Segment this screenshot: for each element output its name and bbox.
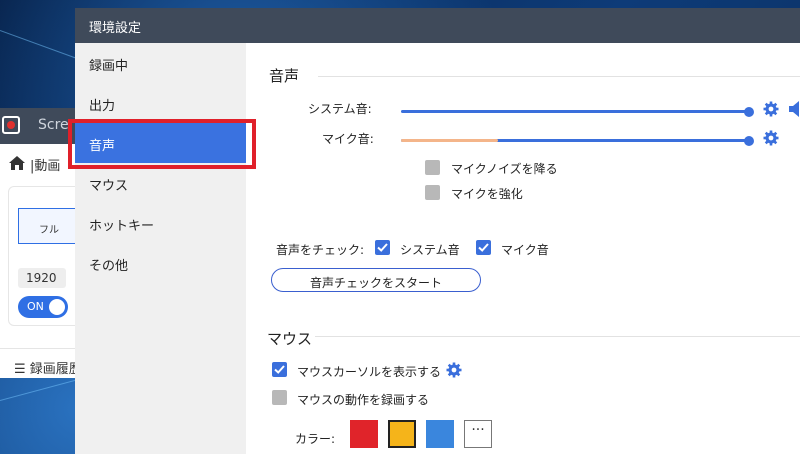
cursor-settings-gear-icon[interactable] <box>446 362 462 378</box>
check-mic-checkbox[interactable] <box>476 240 491 255</box>
background-app-title: Scre <box>38 117 69 133</box>
check-system-sound-label: システム音 <box>400 243 460 257</box>
record-app-icon <box>2 116 20 134</box>
preferences-sidebar: 録画中 出力 音声 マウス ホットキー その他 <box>75 43 246 454</box>
sidebar-item-mouse[interactable]: マウス <box>75 163 246 203</box>
mic-settings-gear-icon[interactable] <box>763 130 779 146</box>
home-icon[interactable] <box>8 155 26 171</box>
preferences-window: 環境設定 録画中 出力 音声 マウス ホットキー その他 音声 システム音: マ… <box>75 8 800 454</box>
highlight-annotation-box <box>68 119 256 169</box>
mic-sound-label: マイク音: <box>322 132 374 146</box>
system-sound-settings-gear-icon[interactable] <box>763 101 779 117</box>
color-swatch-blue[interactable] <box>426 420 454 448</box>
section-divider <box>315 336 800 337</box>
audio-section-title: 音声 <box>269 67 300 85</box>
record-mouse-actions-checkbox[interactable] <box>272 390 287 405</box>
resolution-field[interactable]: 1920 <box>18 268 66 288</box>
sidebar-item-label: ホットキー <box>89 219 155 234</box>
preferences-content: 音声 システム音: マイク音: マイクノイズを降る マイクを強化 音声をチェック… <box>246 43 800 454</box>
enhance-mic-label: マイクを強化 <box>451 187 523 201</box>
checkmark-icon <box>274 365 285 374</box>
sidebar-item-label: その他 <box>89 259 129 274</box>
speaker-icon[interactable] <box>788 101 800 117</box>
background-breadcrumb: |動画 <box>30 159 61 174</box>
checkmark-icon <box>478 243 489 252</box>
show-cursor-label: マウスカーソルを表示する <box>297 365 442 379</box>
noise-reduction-label: マイクノイズを降る <box>451 162 558 176</box>
list-icon: ☰ <box>14 362 26 377</box>
system-sound-slider-track[interactable] <box>401 110 749 113</box>
sidebar-item-label: 出力 <box>89 99 116 114</box>
preferences-titlebar: 環境設定 <box>75 8 800 43</box>
color-swatch-yellow[interactable] <box>388 420 416 448</box>
check-system-sound-checkbox[interactable] <box>375 240 390 255</box>
color-label: カラー: <box>295 432 336 446</box>
record-mouse-actions-label: マウスの動作を録画する <box>297 393 430 407</box>
sidebar-item-label: 録画中 <box>89 59 129 74</box>
mouse-section-title: マウス <box>267 330 313 348</box>
on-toggle[interactable]: ON <box>18 296 68 318</box>
enhance-mic-checkbox[interactable] <box>425 185 440 200</box>
start-audio-check-button[interactable]: 音声チェックをスタート <box>271 268 481 292</box>
mic-sound-slider-handle[interactable] <box>744 136 754 146</box>
system-sound-label: システム音: <box>308 102 372 116</box>
sidebar-item-output[interactable]: 出力 <box>75 83 246 123</box>
noise-reduction-checkbox[interactable] <box>425 160 440 175</box>
preferences-title: 環境設定 <box>89 21 142 36</box>
record-history-link[interactable]: ☰ 録画履歴 <box>14 358 82 377</box>
sidebar-item-recording[interactable]: 録画中 <box>75 43 246 83</box>
audio-check-label: 音声をチェック: <box>276 243 365 257</box>
section-divider <box>318 76 800 77</box>
sidebar-item-other[interactable]: その他 <box>75 243 246 283</box>
check-mic-label: マイク音 <box>501 243 549 257</box>
system-sound-slider-handle[interactable] <box>744 107 754 117</box>
more-colors-button[interactable]: ··· <box>464 420 492 448</box>
checkmark-icon <box>377 243 388 252</box>
sidebar-item-label: マウス <box>89 179 129 194</box>
full-screen-option[interactable]: フル <box>18 208 78 244</box>
sidebar-item-hotkey[interactable]: ホットキー <box>75 203 246 243</box>
color-swatch-red[interactable] <box>350 420 378 448</box>
show-cursor-checkbox[interactable] <box>272 362 287 377</box>
mic-input-level-bar <box>401 139 499 142</box>
record-history-label: 録画履歴 <box>29 362 82 377</box>
